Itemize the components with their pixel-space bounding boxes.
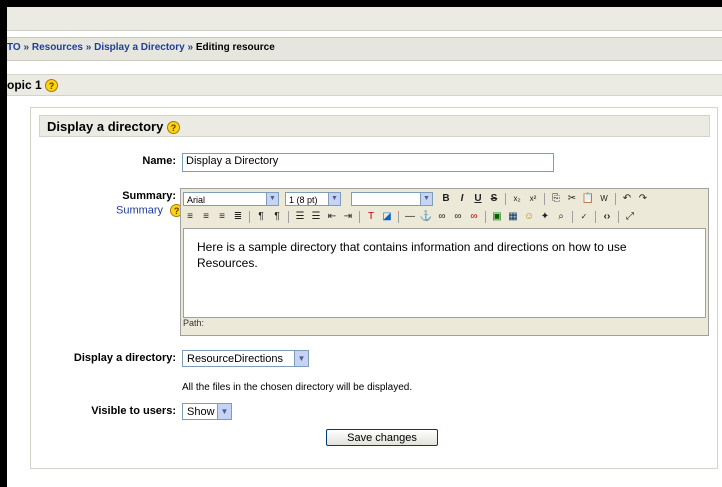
- horizontal-rule-icon[interactable]: —: [403, 210, 417, 224]
- rtl-icon[interactable]: ¶: [270, 210, 284, 224]
- image-icon[interactable]: ▣: [490, 210, 504, 224]
- breadcrumb-display-directory-link[interactable]: Display a Directory: [94, 42, 185, 53]
- indent-icon[interactable]: ⇥: [341, 210, 355, 224]
- toolbar-separator: [249, 211, 250, 223]
- toolbar-separator: [544, 193, 545, 205]
- rich-text-editor: Arial ▼ 1 (8 pt) ▼ ▼ B I U S x₂ x² ⎘ ✂ 📋…: [180, 188, 709, 336]
- subscript-icon[interactable]: x₂: [510, 192, 524, 206]
- resource-form-panel: Display a directory ? Name: Display a Di…: [30, 107, 718, 469]
- visible-select-value: Show: [187, 406, 215, 418]
- text-color-icon[interactable]: T: [364, 210, 378, 224]
- breadcrumb-separator: »: [85, 42, 92, 53]
- name-label: Name:: [142, 155, 176, 167]
- breadcrumb-current: Editing resource: [195, 42, 275, 53]
- table-icon[interactable]: ▦: [506, 210, 520, 224]
- align-right-icon[interactable]: ≡: [215, 210, 229, 224]
- paste-icon[interactable]: 📋: [581, 192, 595, 206]
- toolbar-separator: [615, 193, 616, 205]
- summary-text: Here is a sample directory that contains…: [197, 240, 627, 270]
- topic-title: opic 1: [7, 78, 42, 92]
- chevron-down-icon: ▼: [266, 193, 278, 205]
- font-size-select[interactable]: 1 (8 pt) ▼: [285, 192, 341, 206]
- spellcheck-icon[interactable]: ✓: [577, 210, 591, 224]
- panel-header: Display a directory ?: [39, 115, 710, 137]
- paste-word-icon[interactable]: W: [597, 192, 611, 206]
- align-center-icon[interactable]: ≡: [199, 210, 213, 224]
- summary-help-link-text: Summary: [116, 204, 164, 217]
- underline-button[interactable]: U: [471, 192, 485, 206]
- toolbar-separator: [595, 211, 596, 223]
- toolbar-separator: [398, 211, 399, 223]
- directory-hint: All the files in the chosen directory wi…: [182, 382, 413, 393]
- toolbar-separator: [618, 211, 619, 223]
- editor-path-bar: Path:: [183, 318, 205, 328]
- nolink-icon[interactable]: ∞: [467, 210, 481, 224]
- breadcrumb: TO » Resources » Display a Directory » E…: [7, 42, 275, 53]
- directory-select-value: ResourceDirections: [187, 353, 283, 365]
- chevron-down-icon: ▼: [328, 193, 340, 205]
- ltr-icon[interactable]: ¶: [254, 210, 268, 224]
- chevron-down-icon: ▼: [420, 193, 432, 205]
- breadcrumb-separator: »: [23, 42, 30, 53]
- top-bar: [7, 7, 722, 31]
- toolbar-separator: [505, 193, 506, 205]
- chevron-down-icon: ▼: [294, 351, 308, 366]
- topic-header: opic 1 ?: [7, 74, 722, 96]
- help-icon[interactable]: ?: [45, 79, 59, 93]
- font-family-value: Arial: [187, 195, 206, 205]
- directory-label: Display a directory:: [73, 352, 176, 364]
- save-changes-button[interactable]: Save changes: [326, 429, 438, 446]
- editor-content-area[interactable]: Here is a sample directory that contains…: [183, 228, 706, 318]
- search-replace-icon[interactable]: ⌕: [554, 210, 568, 224]
- unordered-list-icon[interactable]: ☰: [309, 210, 323, 224]
- fullscreen-icon[interactable]: ⤢: [623, 210, 637, 224]
- page: TO » Resources » Display a Directory » E…: [7, 7, 722, 487]
- font-family-select[interactable]: Arial ▼: [183, 192, 279, 206]
- outdent-icon[interactable]: ⇤: [325, 210, 339, 224]
- font-size-value: 1 (8 pt): [289, 195, 318, 205]
- link-icon[interactable]: ∞: [435, 210, 449, 224]
- smiley-icon[interactable]: ☺: [522, 210, 536, 224]
- bold-button[interactable]: B: [439, 192, 453, 206]
- align-left-icon[interactable]: ≡: [183, 210, 197, 224]
- summary-help-link[interactable]: Summary ?: [116, 204, 184, 217]
- html-source-icon[interactable]: ‹›: [600, 210, 614, 224]
- name-input[interactable]: Display a Directory: [182, 153, 554, 172]
- visible-label: Visible to users:: [91, 405, 176, 417]
- redo-icon[interactable]: ↷: [636, 192, 650, 206]
- toolbar-separator: [572, 211, 573, 223]
- chevron-down-icon: ▼: [217, 404, 231, 419]
- breadcrumb-resources-link[interactable]: Resources: [32, 42, 83, 53]
- toolbar-separator: [359, 211, 360, 223]
- directory-select[interactable]: ResourceDirections ▼: [182, 350, 309, 367]
- cut-icon[interactable]: ✂: [565, 192, 579, 206]
- strikethrough-button[interactable]: S: [487, 192, 501, 206]
- background-color-icon[interactable]: ◪: [380, 210, 394, 224]
- help-icon[interactable]: ?: [166, 121, 180, 135]
- editor-toolbar-row-2: ≡ ≡ ≡ ≣ ¶ ¶ ☰ ☰ ⇤ ⇥ T ◪ — ⚓ ∞ ∞ ∞ ▣ ▦ ☺ …: [183, 209, 706, 227]
- unlink-icon[interactable]: ∞: [451, 210, 465, 224]
- superscript-icon[interactable]: x²: [526, 192, 540, 206]
- navigation-bar: TO » Resources » Display a Directory » E…: [7, 37, 722, 61]
- copy-icon[interactable]: ⎘: [549, 192, 563, 206]
- ordered-list-icon[interactable]: ☰: [293, 210, 307, 224]
- breadcrumb-separator: »: [187, 42, 194, 53]
- format-select[interactable]: ▼: [351, 192, 433, 206]
- visible-select[interactable]: Show ▼: [182, 403, 232, 420]
- panel-title: Display a directory: [47, 119, 164, 134]
- justify-icon[interactable]: ≣: [231, 210, 245, 224]
- undo-icon[interactable]: ↶: [620, 192, 634, 206]
- anchor-icon[interactable]: ⚓: [419, 210, 433, 224]
- summary-label: Summary:: [122, 190, 176, 202]
- toolbar-separator: [288, 211, 289, 223]
- toolbar-separator: [485, 211, 486, 223]
- italic-button[interactable]: I: [455, 192, 469, 206]
- special-char-icon[interactable]: ✦: [538, 210, 552, 224]
- editor-toolbar-row-1: Arial ▼ 1 (8 pt) ▼ ▼ B I U S x₂ x² ⎘ ✂ 📋…: [183, 191, 706, 209]
- breadcrumb-course-link[interactable]: TO: [7, 42, 21, 53]
